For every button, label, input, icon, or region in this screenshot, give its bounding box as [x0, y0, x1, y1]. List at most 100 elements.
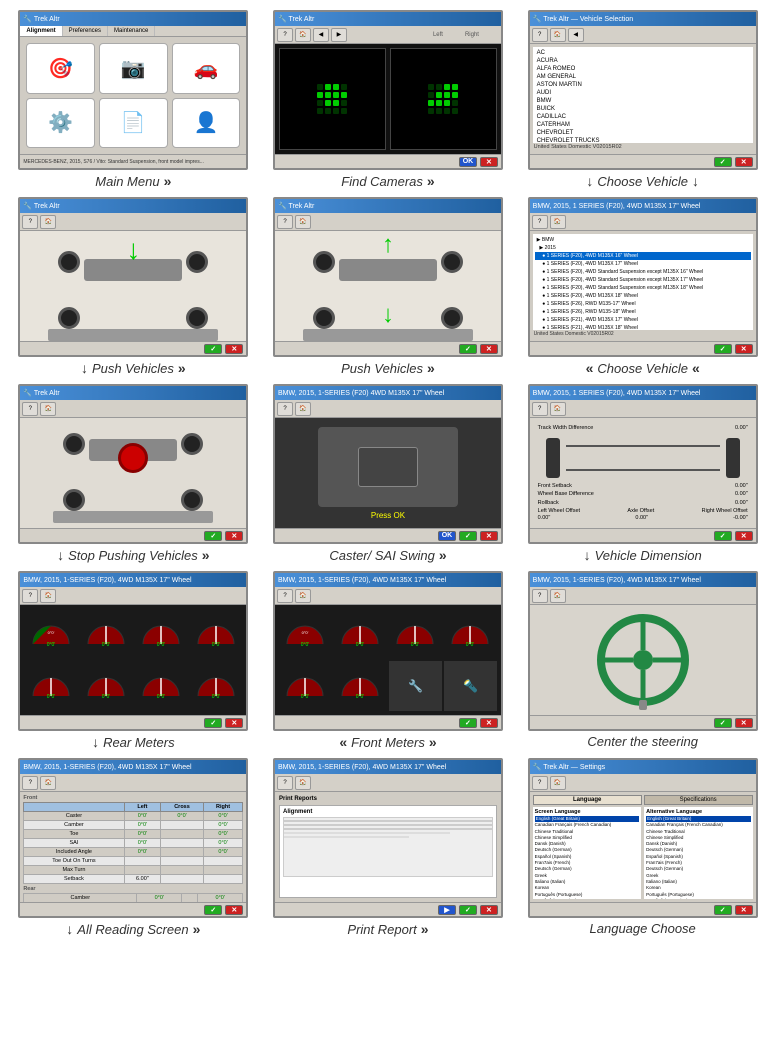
icon-person[interactable]: 👤: [172, 98, 241, 149]
vi-aston[interactable]: ASTON MARTIN: [535, 81, 751, 89]
tb-help-p1[interactable]: ?: [22, 215, 38, 229]
tb-help-p2[interactable]: ?: [277, 215, 293, 229]
lang-tab-language[interactable]: Language: [533, 795, 642, 805]
btn-cancel-cam[interactable]: ✕: [480, 157, 498, 167]
tb-help-lang[interactable]: ?: [532, 776, 548, 790]
icon-camera[interactable]: 📷: [99, 43, 168, 94]
icon-report[interactable]: 📄: [99, 98, 168, 149]
btn-ok-reading[interactable]: ✓: [204, 905, 222, 915]
vi-buick[interactable]: BUICK: [535, 105, 751, 113]
vi-alfa[interactable]: ALFA ROMEO: [535, 65, 751, 73]
vi-cadillac[interactable]: CADILLAC: [535, 113, 751, 121]
btn-cancel-rear[interactable]: ✕: [225, 718, 243, 728]
btn-ok-caster[interactable]: OK: [438, 531, 456, 541]
btn-check-caster[interactable]: ✓: [459, 531, 477, 541]
vi2-f26-18[interactable]: ● 1 SERIES (F26), RWD M135-18" Wheel: [535, 308, 751, 316]
tb-help-dim[interactable]: ?: [532, 402, 548, 416]
btn-ok-stop[interactable]: ✓: [204, 531, 222, 541]
vi-amgen[interactable]: AM GENERAL: [535, 73, 751, 81]
tb-help-print[interactable]: ?: [277, 776, 293, 790]
vi2-f20-18[interactable]: ● 1 SERIES (F20), 4WD M135X 18" Wheel: [535, 292, 751, 300]
vi2-f20-16[interactable]: ● 1 SERIES (F20), 4WD M135X 16" Wheel: [535, 252, 751, 260]
tb-back-cv1[interactable]: ◀: [568, 28, 584, 42]
tb-home-cv1[interactable]: 🏠: [550, 28, 566, 42]
tb-help-steering[interactable]: ?: [532, 589, 548, 603]
vi2-std-18[interactable]: ● 1 SERIES (F20), 4WD Standard Suspensio…: [535, 284, 751, 292]
tb-home-p2[interactable]: 🏠: [295, 215, 311, 229]
tb-btn-1[interactable]: ?: [277, 28, 293, 42]
vi2-f26-17[interactable]: ● 1 SERIES (F26), RWD M135-17" Wheel: [535, 300, 751, 308]
tb-home-cv2[interactable]: 🏠: [550, 215, 566, 229]
alt-lang-list[interactable]: English (Great Britain) Canadian Françai…: [646, 816, 751, 899]
tb-help-front[interactable]: ?: [277, 589, 293, 603]
btn-cancel-stop[interactable]: ✕: [225, 531, 243, 541]
tab-preferences[interactable]: Preferences: [63, 26, 108, 36]
btn-ok-cv1[interactable]: ✓: [714, 157, 732, 167]
vehicle-list-2[interactable]: ▶ BMW ▶ 2015 ● 1 SERIES (F20), 4WD M135X…: [533, 234, 753, 330]
tb-home-print[interactable]: 🏠: [295, 776, 311, 790]
btn-ok-lang[interactable]: ✓: [714, 905, 732, 915]
btn-ok-steering[interactable]: ✓: [714, 718, 732, 728]
icon-alignment[interactable]: 🎯: [26, 43, 95, 94]
vi2-std-17[interactable]: ● 1 SERIES (F20), 4WD Standard Suspensio…: [535, 276, 751, 284]
btn-cancel-lang[interactable]: ✕: [735, 905, 753, 915]
vi-acura[interactable]: ACURA: [535, 57, 751, 65]
btn-cancel-push1[interactable]: ✕: [225, 344, 243, 354]
vehicle-list-1[interactable]: AC ACURA ALFA ROMEO AM GENERAL ASTON MAR…: [533, 47, 753, 143]
btn-ok-rear[interactable]: ✓: [204, 718, 222, 728]
al-romanian[interactable]: Românâ (Romanian): [646, 898, 751, 899]
vi2-bmw[interactable]: ▶ BMW: [535, 236, 751, 244]
btn-cancel-cv2[interactable]: ✕: [735, 344, 753, 354]
tb-home-lang[interactable]: 🏠: [550, 776, 566, 790]
btn-ok-dim[interactable]: ✓: [714, 531, 732, 541]
tb-home-dim[interactable]: 🏠: [550, 402, 566, 416]
lang-tabs[interactable]: Language Specifications: [533, 795, 753, 805]
btn-ok-front[interactable]: ✓: [459, 718, 477, 728]
tb-help-cv1[interactable]: ?: [532, 28, 548, 42]
lang-tab-specs[interactable]: Specifications: [644, 795, 753, 805]
btn-ok-push2[interactable]: ✓: [459, 344, 477, 354]
tb-help-caster[interactable]: ?: [277, 402, 293, 416]
btn-cancel-reading[interactable]: ✕: [225, 905, 243, 915]
vi-bmw[interactable]: BMW: [535, 97, 751, 105]
vi2-std-16[interactable]: ● 1 SERIES (F20), 4WD Standard Suspensio…: [535, 268, 751, 276]
icon-vehicle[interactable]: 🚗: [172, 43, 241, 94]
btn-ok-cv2[interactable]: ✓: [714, 344, 732, 354]
tb-btn-2[interactable]: 🏠: [295, 28, 311, 42]
tab-maintenance[interactable]: Maintenance: [108, 26, 155, 36]
tb-btn-3[interactable]: ◀: [313, 28, 329, 42]
btn-ok-push1[interactable]: ✓: [204, 344, 222, 354]
tb-help-rear[interactable]: ?: [22, 589, 38, 603]
tb-home-stop[interactable]: 🏠: [40, 402, 56, 416]
btn-cancel-dim[interactable]: ✕: [735, 531, 753, 541]
tab-alignment[interactable]: Alignment: [20, 26, 62, 36]
btn-cancel-front[interactable]: ✕: [480, 718, 498, 728]
tb-home-caster[interactable]: 🏠: [295, 402, 311, 416]
vi-caterham[interactable]: CATERHAM: [535, 121, 751, 129]
tb-help-stop[interactable]: ?: [22, 402, 38, 416]
tb-btn-4[interactable]: ▶: [331, 28, 347, 42]
icon-settings[interactable]: ⚙️: [26, 98, 95, 149]
vi2-f20-17[interactable]: ● 1 SERIES (F20), 4WD M135X 17" Wheel: [535, 260, 751, 268]
vi-audi[interactable]: AUDI: [535, 89, 751, 97]
vi-chevrolet[interactable]: CHEVROLET: [535, 129, 751, 137]
vi2-2015[interactable]: ▶ 2015: [535, 244, 751, 252]
vi-ac[interactable]: AC: [535, 49, 751, 57]
tb-home-front[interactable]: 🏠: [295, 589, 311, 603]
sl-romanian[interactable]: Românâ (Romanian): [535, 898, 640, 899]
tb-home-p1[interactable]: 🏠: [40, 215, 56, 229]
tb-help-cv2[interactable]: ?: [532, 215, 548, 229]
btn-cancel-print[interactable]: ✕: [480, 905, 498, 915]
btn-cancel-push2[interactable]: ✕: [480, 344, 498, 354]
btn-ok-print[interactable]: ✓: [459, 905, 477, 915]
tabs-main-menu[interactable]: Alignment Preferences Maintenance: [20, 26, 246, 37]
btn-cancel-steering[interactable]: ✕: [735, 718, 753, 728]
tb-home-rear[interactable]: 🏠: [40, 589, 56, 603]
btn-cancel-caster[interactable]: ✕: [480, 531, 498, 541]
tb-help-reading[interactable]: ?: [22, 776, 38, 790]
screen-lang-list[interactable]: English (Great Britain) Canadian Françai…: [535, 816, 640, 899]
btn-ok[interactable]: OK: [459, 157, 477, 167]
btn-cancel-cv1[interactable]: ✕: [735, 157, 753, 167]
btn-print-action[interactable]: ▶: [438, 905, 456, 915]
vi2-f21-17[interactable]: ● 1 SERIES (F21), 4WD M135X 17" Wheel: [535, 316, 751, 324]
